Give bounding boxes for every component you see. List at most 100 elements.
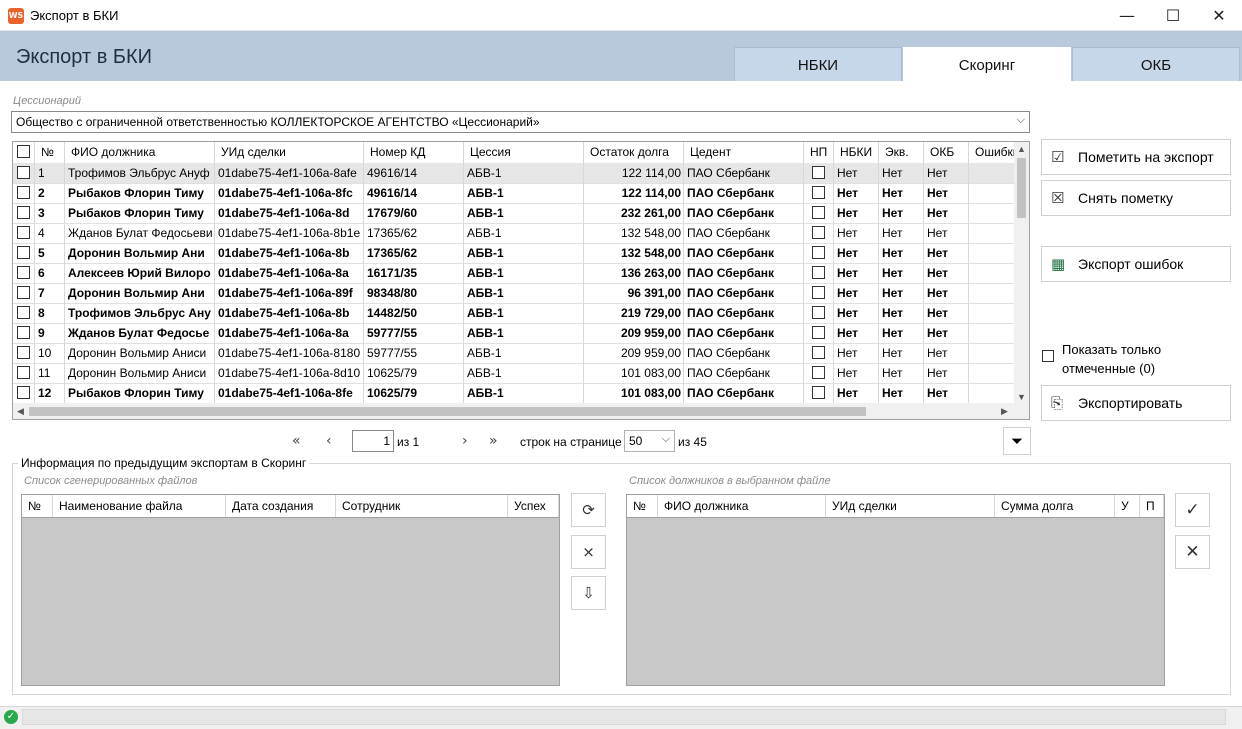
prev-page-button[interactable]: ‹ (326, 433, 332, 449)
row-select-checkbox[interactable] (13, 203, 35, 223)
debtors-grid[interactable]: № ФИО должника УИд сделки Номер КД Цесси… (12, 141, 1030, 420)
files-col-success[interactable]: Успех (508, 495, 559, 517)
horizontal-scroll-thumb[interactable] (29, 407, 866, 416)
next-page-button[interactable]: › (462, 433, 468, 449)
tab-okb[interactable]: ОКБ (1072, 47, 1240, 81)
np-checkbox[interactable] (804, 163, 834, 183)
np-checkbox[interactable] (804, 223, 834, 243)
table-row[interactable]: 12 Рыбаков Флорин Тиму 01dabe75-4ef1-106a-… (13, 383, 1015, 404)
chevron-down-icon[interactable]: ⌵ (1017, 114, 1025, 127)
debtors-col-u[interactable]: У (1115, 495, 1140, 517)
table-row[interactable]: 2 Рыбаков Флорин Тиму 01dabe75-4ef1-106a-8… (13, 183, 1015, 204)
show-only-marked-checkbox[interactable] (1042, 350, 1054, 362)
row-select-checkbox[interactable] (13, 223, 35, 243)
scroll-down-icon[interactable]: ▼ (1017, 392, 1026, 402)
maximize-button[interactable]: ☐ (1150, 0, 1196, 31)
row-select-checkbox[interactable] (13, 163, 35, 183)
unmark-button[interactable]: ☒ Снять пометку (1041, 180, 1231, 216)
refresh-file-icon[interactable]: ⟳ (571, 493, 606, 527)
table-row[interactable]: 5 Доронин Вольмир Ани 01dabe75-4ef1-106a-8… (13, 243, 1015, 264)
check-icon[interactable]: ✓ (1175, 493, 1210, 527)
row-select-checkbox[interactable] (13, 183, 35, 203)
table-row[interactable]: 10 Доронин Вольмир Аниси 01dabe75-4ef1-106… (13, 343, 1015, 364)
horizontal-scrollbar[interactable]: ◀ ▶ (13, 403, 1029, 419)
file-debtors-grid[interactable]: № ФИО должника УИд сделки Сумма долга У … (626, 494, 1165, 686)
export-errors-button[interactable]: ▦ Экспорт ошибок (1041, 246, 1231, 282)
files-col-employee[interactable]: Сотрудник (336, 495, 508, 517)
files-col-name[interactable]: Наименование файла (53, 495, 226, 517)
debtors-col-sum[interactable]: Сумма долга (995, 495, 1115, 517)
np-checkbox[interactable] (804, 263, 834, 283)
row-select-checkbox[interactable] (13, 383, 35, 403)
close-icon[interactable]: ✕ (1175, 535, 1210, 569)
row-select-checkbox[interactable] (13, 243, 35, 263)
show-only-marked-label[interactable]: Показать только отмеченные (0) (1062, 340, 1202, 378)
col-header-cedent[interactable]: Цедент (684, 142, 804, 163)
np-checkbox[interactable] (804, 303, 834, 323)
col-header-okb[interactable]: ОКБ (924, 142, 969, 163)
col-header-debt[interactable]: Остаток долга (584, 142, 684, 163)
debtors-col-p[interactable]: П (1140, 495, 1164, 517)
first-page-button[interactable]: « (292, 433, 301, 449)
np-checkbox[interactable] (804, 243, 834, 263)
filter-add-icon[interactable]: ⏷ (1003, 427, 1031, 455)
table-row[interactable]: 7 Доронин Вольмир Ани 01dabe75-4ef1-106a-8… (13, 283, 1015, 304)
table-row[interactable]: 1 Трофимов Эльбрус Ануф 01dabe75-4ef1-106a… (13, 163, 1015, 184)
col-header-uid[interactable]: УИд сделки (215, 142, 364, 163)
select-all-checkbox[interactable] (13, 142, 35, 163)
row-select-checkbox[interactable] (13, 283, 35, 303)
scroll-left-icon[interactable]: ◀ (17, 406, 24, 417)
col-header-kd[interactable]: Номер КД (364, 142, 464, 163)
rows-per-page-select[interactable]: 50 ⌵ (624, 430, 675, 452)
np-checkbox[interactable] (804, 203, 834, 223)
minimize-button[interactable]: — (1104, 0, 1150, 31)
col-header-ekv[interactable]: Экв. (879, 142, 924, 163)
col-header-cession[interactable]: Цессия (464, 142, 584, 163)
files-col-number[interactable]: № (22, 495, 53, 517)
scroll-up-icon[interactable]: ▲ (1017, 144, 1026, 154)
cell-ekv: Нет (879, 383, 924, 403)
table-row[interactable]: 8 Трофимов Эльбрус Ану 01dabe75-4ef1-106a-… (13, 303, 1015, 324)
np-checkbox[interactable] (804, 283, 834, 303)
open-folder-icon[interactable]: ⇩ (571, 576, 606, 610)
np-checkbox[interactable] (804, 183, 834, 203)
cessionary-select[interactable]: Общество с ограниченной ответственностью… (11, 111, 1030, 133)
col-header-number[interactable]: № (35, 142, 65, 163)
debtors-col-number[interactable]: № (627, 495, 658, 517)
col-header-errors[interactable]: Ошибки (969, 142, 1015, 163)
scroll-right-icon[interactable]: ▶ (1001, 406, 1008, 417)
delete-file-icon[interactable]: ⨯ (571, 535, 606, 569)
row-select-checkbox[interactable] (13, 363, 35, 383)
np-checkbox[interactable] (804, 383, 834, 403)
cell-nbki: Нет (834, 303, 879, 323)
col-header-nbki[interactable]: НБКИ (834, 142, 879, 163)
row-select-checkbox[interactable] (13, 263, 35, 283)
files-grid-header: № Наименование файла Дата создания Сотру… (22, 495, 559, 518)
col-header-fio[interactable]: ФИО должника (65, 142, 215, 163)
tab-scoring[interactable]: Скоринг (903, 47, 1071, 81)
row-select-checkbox[interactable] (13, 343, 35, 363)
table-row[interactable]: 9 Жданов Булат Федосье 01dabe75-4ef1-106a-… (13, 323, 1015, 344)
table-row[interactable]: 6 Алексеев Юрий Вилоро 01dabe75-4ef1-106a-… (13, 263, 1015, 284)
vertical-scrollbar[interactable]: ▲ ▼ (1014, 142, 1029, 404)
mark-export-button[interactable]: ☑ Пометить на экспорт (1041, 139, 1231, 175)
table-row[interactable]: 3 Рыбаков Флорин Тиму 01dabe75-4ef1-106a-8… (13, 203, 1015, 224)
files-grid[interactable]: № Наименование файла Дата создания Сотру… (21, 494, 560, 686)
debtors-col-uid[interactable]: УИд сделки (826, 495, 995, 517)
np-checkbox[interactable] (804, 343, 834, 363)
np-checkbox[interactable] (804, 363, 834, 383)
np-checkbox[interactable] (804, 323, 834, 343)
export-button[interactable]: ⎘ Экспортировать (1041, 385, 1231, 421)
table-row[interactable]: 11 Доронин Вольмир Аниси 01dabe75-4ef1-106… (13, 363, 1015, 384)
files-col-date[interactable]: Дата создания (226, 495, 336, 517)
debtors-col-fio[interactable]: ФИО должника (658, 495, 826, 517)
page-number-input[interactable]: 1 (352, 430, 394, 452)
last-page-button[interactable]: » (489, 433, 498, 449)
table-row[interactable]: 4 Жданов Булат Федосьеви 01dabe75-4ef1-106… (13, 223, 1015, 244)
vertical-scroll-thumb[interactable] (1017, 158, 1026, 218)
tab-nbki[interactable]: НБКИ (734, 47, 902, 81)
close-button[interactable]: ✕ (1196, 0, 1242, 31)
row-select-checkbox[interactable] (13, 303, 35, 323)
row-select-checkbox[interactable] (13, 323, 35, 343)
col-header-np[interactable]: НП (804, 142, 834, 163)
